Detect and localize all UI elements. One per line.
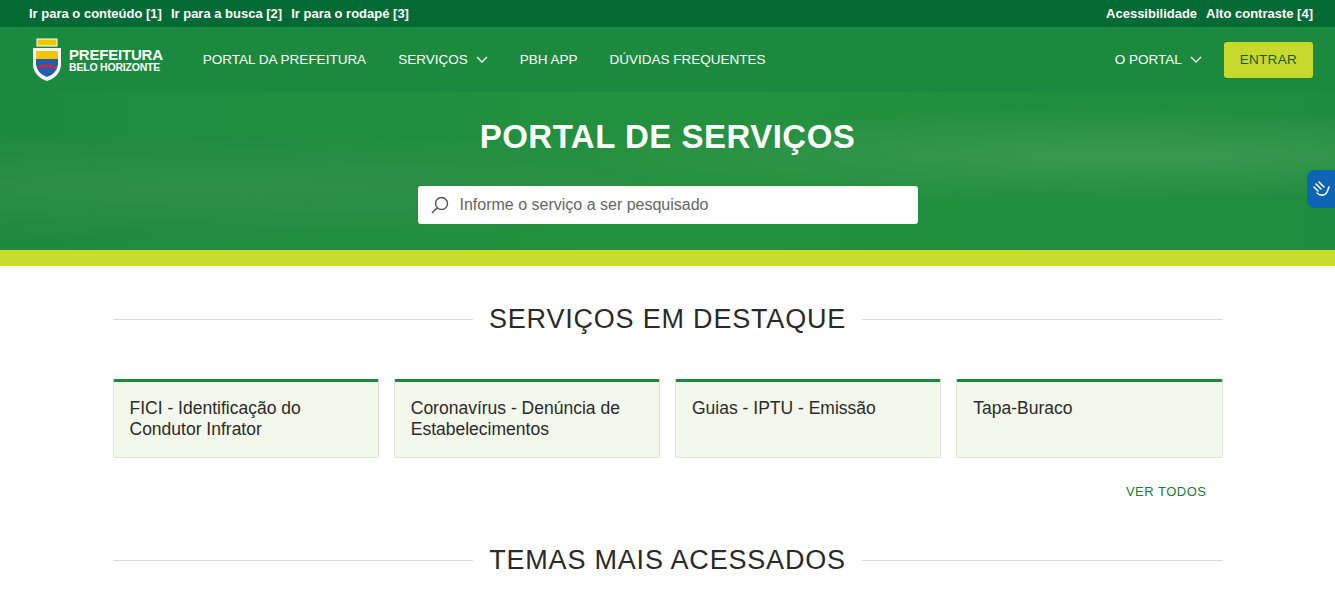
sign-language-tab[interactable]	[1307, 170, 1335, 208]
nav-bar: PREFEITURABELO HORIZONTE PORTAL DA PREFEI…	[0, 27, 1335, 92]
top-bar: Ir para o conteúdo [1] Ir para a busca [2…	[0, 0, 1335, 27]
content: SERVIÇOS EM DESTAQUE FICI - Identificação…	[113, 266, 1223, 576]
chevron-down-icon	[1190, 56, 1202, 64]
nav-item[interactable]: PBH APP	[520, 52, 578, 67]
portal-menu[interactable]: O PORTAL	[1115, 52, 1202, 67]
nav-item[interactable]: DÚVIDAS FREQUENTES	[609, 52, 765, 67]
nav-menu: PORTAL DA PREFEITURA SERVIÇOS PBH APP DÚVID…	[203, 52, 1115, 67]
chevron-down-icon	[476, 56, 488, 64]
hero: PORTAL DE SERVIÇOS	[0, 92, 1335, 250]
service-card[interactable]: Coronavírus - Denúncia de Estabeleciment…	[394, 379, 660, 458]
logo[interactable]: PREFEITURABELO HORIZONTE	[29, 38, 163, 82]
featured-cards: FICI - Identificação do Condutor Infrato…	[113, 379, 1223, 458]
service-card[interactable]: Guias - IPTU - Emissão	[675, 379, 941, 458]
service-card[interactable]: Tapa-Buraco	[956, 379, 1222, 458]
section-heading: SERVIÇOS EM DESTAQUE	[113, 304, 1223, 335]
coat-of-arms-icon	[29, 38, 65, 82]
nav-right: O PORTAL ENTRAR	[1115, 42, 1313, 78]
skip-link[interactable]: Ir para a busca [2]	[171, 6, 282, 21]
nav-item[interactable]: PORTAL DA PREFEITURA	[203, 52, 366, 67]
page: Ir para o conteúdo [1] Ir para a busca [2…	[0, 0, 1335, 576]
search-icon	[430, 195, 450, 215]
nav-item[interactable]: SERVIÇOS	[398, 52, 488, 67]
section-heading: TEMAS MAIS ACESSADOS	[113, 545, 1223, 576]
logo-text: PREFEITURABELO HORIZONTE	[69, 47, 163, 73]
hands-icon	[1311, 179, 1331, 199]
search-box[interactable]	[418, 186, 918, 224]
accessibility-link[interactable]: Acessibilidade	[1106, 6, 1197, 21]
hero-title: PORTAL DE SERVIÇOS	[480, 118, 856, 156]
login-button[interactable]: ENTRAR	[1224, 42, 1313, 78]
service-card[interactable]: FICI - Identificação do Condutor Infrato…	[113, 379, 379, 458]
see-all-link[interactable]: VER TODOS	[1126, 484, 1207, 499]
accessibility-links: Acessibilidade Alto contraste [4]	[1106, 6, 1313, 21]
accent-strip	[0, 250, 1335, 266]
skip-link[interactable]: Ir para o rodapé [3]	[291, 6, 409, 21]
accessibility-link[interactable]: Alto contraste [4]	[1206, 6, 1313, 21]
skip-link[interactable]: Ir para o conteúdo [1]	[29, 6, 162, 21]
skip-links: Ir para o conteúdo [1] Ir para a busca [2…	[29, 6, 409, 21]
search-input[interactable]	[458, 195, 906, 215]
